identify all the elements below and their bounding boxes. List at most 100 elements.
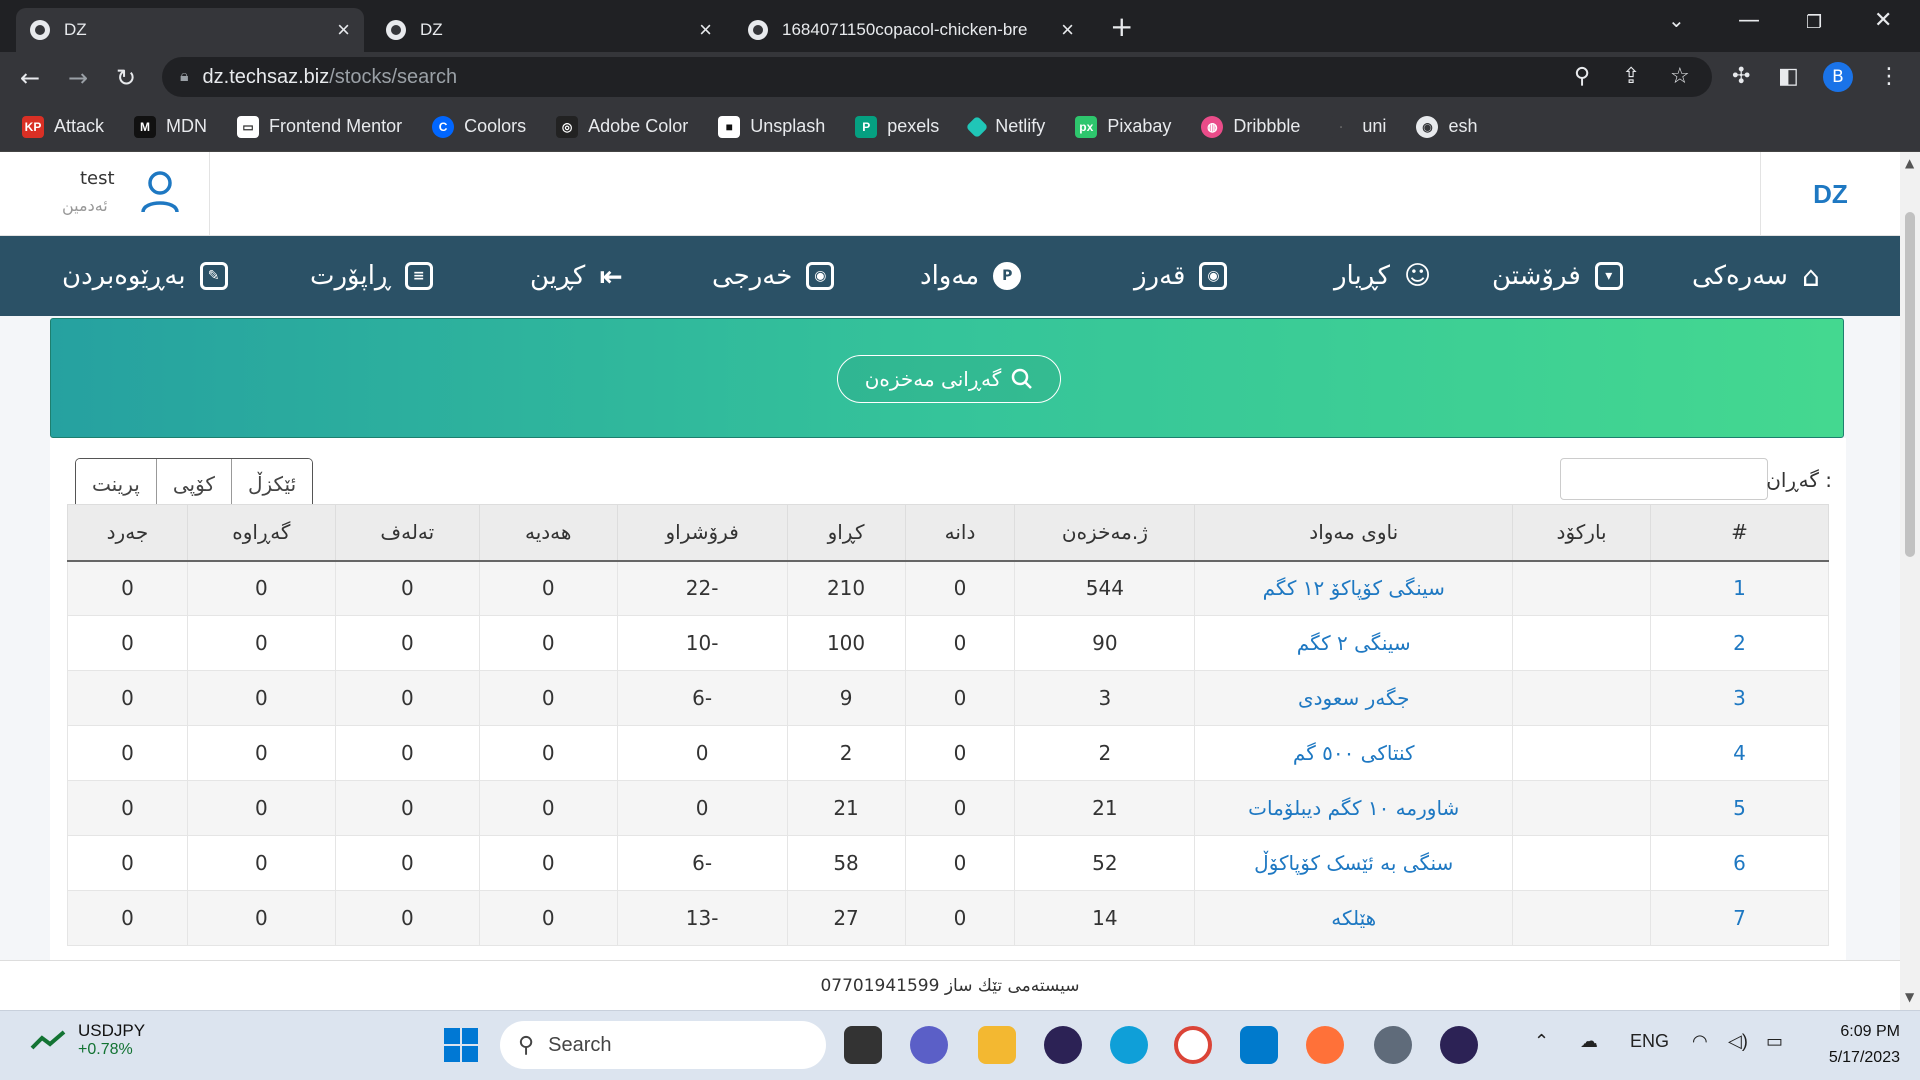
table-row[interactable]: 0 0 0 0 6- 58 0 52 سنگی بە ئێسک کۆپاکۆڵ 6: [67, 835, 1829, 891]
table-cell[interactable]: سینگی ٢ کگم: [1194, 615, 1514, 671]
column-header[interactable]: دانە: [904, 504, 1016, 562]
bookmark-attack[interactable]: KP Attack: [22, 115, 104, 138]
nav-customer[interactable]: کڕیار ☺: [1334, 236, 1431, 316]
bookmark-adobe-color[interactable]: ◎ Adobe Color: [556, 115, 688, 138]
browser-tab-3[interactable]: 1684071150copacol-chicken-bre ×: [734, 8, 1088, 52]
print-button[interactable]: پرینت: [76, 459, 157, 509]
table-cell[interactable]: 5: [1650, 780, 1829, 836]
side-panel-icon[interactable]: ◧: [1778, 64, 1799, 89]
volume-icon[interactable]: ◁): [1728, 1031, 1748, 1052]
column-header[interactable]: فرۆشراو: [616, 504, 788, 562]
new-tab-button[interactable]: +: [1110, 10, 1133, 43]
firefox-icon[interactable]: [1306, 1026, 1344, 1064]
user-menu[interactable]: test ئەدمین: [0, 152, 210, 236]
bookmark-uni[interactable]: · uni: [1330, 115, 1386, 138]
close-window-icon[interactable]: ✕: [1874, 8, 1892, 33]
nav-purchase[interactable]: کڕین ⇤: [530, 236, 623, 316]
excel-button[interactable]: ئێکزڵ: [231, 459, 313, 509]
close-icon[interactable]: ×: [337, 17, 350, 43]
battery-icon[interactable]: ▭: [1766, 1031, 1783, 1052]
eclipse-icon[interactable]: [1440, 1026, 1478, 1064]
column-header[interactable]: کڕاو: [786, 504, 906, 562]
bookmark-pixabay[interactable]: px Pixabay: [1075, 115, 1171, 138]
settings-gear-icon[interactable]: [1374, 1026, 1412, 1064]
stock-widget[interactable]: USDJPY +0.78%: [30, 1021, 145, 1059]
table-cell[interactable]: 2: [1650, 615, 1829, 671]
profile-avatar[interactable]: B: [1823, 62, 1853, 92]
bookmark-pexels[interactable]: Ppexels: [855, 115, 939, 138]
minimize-icon[interactable]: —: [1738, 8, 1760, 33]
back-icon[interactable]: ←: [20, 64, 40, 92]
address-bar[interactable]: 🔒︎ dz.techsaz.biz/stocks/search: [162, 57, 1712, 97]
column-header[interactable]: ناوی مەواد: [1194, 504, 1514, 562]
table-cell[interactable]: 4: [1650, 725, 1829, 781]
onedrive-cloud-icon[interactable]: ☁: [1580, 1031, 1598, 1052]
scroll-up-icon[interactable]: ▲: [1905, 156, 1914, 170]
zoom-icon[interactable]: ⚲: [1574, 64, 1590, 89]
table-row[interactable]: 0 0 0 0 22- 210 0 544 سینگی کۆپاکۆ ١٢ کگم 1: [67, 560, 1829, 616]
language-indicator[interactable]: ENG: [1630, 1031, 1669, 1052]
table-cell[interactable]: هێلکە: [1194, 890, 1514, 946]
column-header[interactable]: گەڕاوە: [186, 504, 336, 562]
column-header[interactable]: بارکۆد: [1512, 504, 1652, 562]
column-header[interactable]: تەلەف: [334, 504, 480, 562]
nav-home[interactable]: سەرەکی ⌂: [1692, 236, 1820, 316]
brand-logo[interactable]: DZ: [1760, 152, 1900, 236]
bookmark-unsplash[interactable]: ■ Unsplash: [718, 115, 825, 138]
table-row[interactable]: 0 0 0 0 10- 100 0 90 سینگی ٢ کگم 2: [67, 615, 1829, 671]
table-search-input[interactable]: [1560, 458, 1768, 500]
chrome-icon[interactable]: [1174, 1026, 1212, 1064]
menu-icon[interactable]: ⋮: [1878, 64, 1900, 89]
table-row[interactable]: 0 0 0 0 6- 9 0 3 جگەر سعودی 3: [67, 670, 1829, 726]
search-stock-button[interactable]: گەڕانی مەخزەن: [837, 355, 1061, 403]
nav-management[interactable]: بەڕێوەبردن ✎: [62, 236, 228, 316]
eclipse-icon[interactable]: [1044, 1026, 1082, 1064]
table-cell[interactable]: سینگی کۆپاکۆ ١٢ کگم: [1194, 560, 1514, 616]
scrollbar-thumb[interactable]: [1905, 212, 1915, 557]
nav-sales[interactable]: فرۆشتن ▾: [1492, 236, 1623, 316]
scroll-down-icon[interactable]: ▼: [1905, 990, 1914, 1004]
file-explorer-icon[interactable]: [978, 1026, 1016, 1064]
table-cell[interactable]: 7: [1650, 890, 1829, 946]
bookmark-netlify[interactable]: Netlify: [965, 115, 1045, 138]
chevron-up-icon[interactable]: ⌃: [1534, 1031, 1549, 1052]
table-cell[interactable]: شاورمە ١٠ کگم دیبلۆمات: [1194, 780, 1514, 836]
task-view-icon[interactable]: [844, 1026, 882, 1064]
edge-icon[interactable]: [1110, 1026, 1148, 1064]
table-cell[interactable]: 1: [1650, 560, 1829, 616]
table-row[interactable]: 0 0 0 0 13- 27 0 14 هێلکە 7: [67, 890, 1829, 946]
reload-icon[interactable]: ↻: [116, 64, 136, 92]
table-cell[interactable]: 6: [1650, 835, 1829, 891]
nav-debt[interactable]: قەرز ◉: [1134, 236, 1228, 316]
table-row[interactable]: 0 0 0 0 0 2 0 2 کنتاکی ٥٠٠ گم 4: [67, 725, 1829, 781]
table-cell[interactable]: کنتاکی ٥٠٠ گم: [1194, 725, 1514, 781]
bookmark-esh[interactable]: ◉ esh: [1416, 115, 1477, 138]
copy-button[interactable]: کۆپی: [156, 459, 232, 509]
taskbar-search[interactable]: ⚲ Search: [500, 1021, 826, 1069]
bookmark-coolors[interactable]: C Coolors: [432, 115, 526, 138]
forward-icon[interactable]: →: [68, 64, 88, 92]
table-cell[interactable]: 3: [1650, 670, 1829, 726]
bookmark-dribbble[interactable]: ◍ Dribbble: [1201, 115, 1300, 138]
share-icon[interactable]: ⇪: [1622, 64, 1640, 89]
bookmark-frontend-mentor[interactable]: ▭ Frontend Mentor: [237, 115, 402, 138]
nav-items[interactable]: مەواد P: [920, 236, 1022, 316]
column-header[interactable]: هەدیە: [478, 504, 618, 562]
vscode-icon[interactable]: [1240, 1026, 1278, 1064]
teams-chat-icon[interactable]: [910, 1026, 948, 1064]
windows-start-icon[interactable]: [442, 1026, 480, 1064]
bookmark-mdn[interactable]: M MDN: [134, 115, 207, 138]
restore-icon[interactable]: ❐: [1806, 12, 1822, 33]
close-icon[interactable]: ×: [699, 17, 712, 43]
table-cell[interactable]: سنگی بە ئێسک کۆپاکۆڵ: [1194, 835, 1514, 891]
system-clock[interactable]: 6:09 PM 5/17/2023: [1829, 1019, 1900, 1071]
table-row[interactable]: 0 0 0 0 0 21 0 21 شاورمە ١٠ کگم دیبلۆمات 5: [67, 780, 1829, 836]
column-header[interactable]: جەرد: [67, 504, 188, 562]
column-header[interactable]: ژ.مەخزەن: [1014, 504, 1196, 562]
close-icon[interactable]: ×: [1061, 17, 1074, 43]
page-scrollbar[interactable]: ▲ ▼: [1900, 152, 1920, 1010]
nav-expense[interactable]: خەرجی ◉: [712, 236, 835, 316]
wifi-icon[interactable]: ◠: [1692, 1031, 1708, 1052]
table-cell[interactable]: جگەر سعودی: [1194, 670, 1514, 726]
nav-report[interactable]: ڕاپۆرت ≡: [310, 236, 433, 316]
